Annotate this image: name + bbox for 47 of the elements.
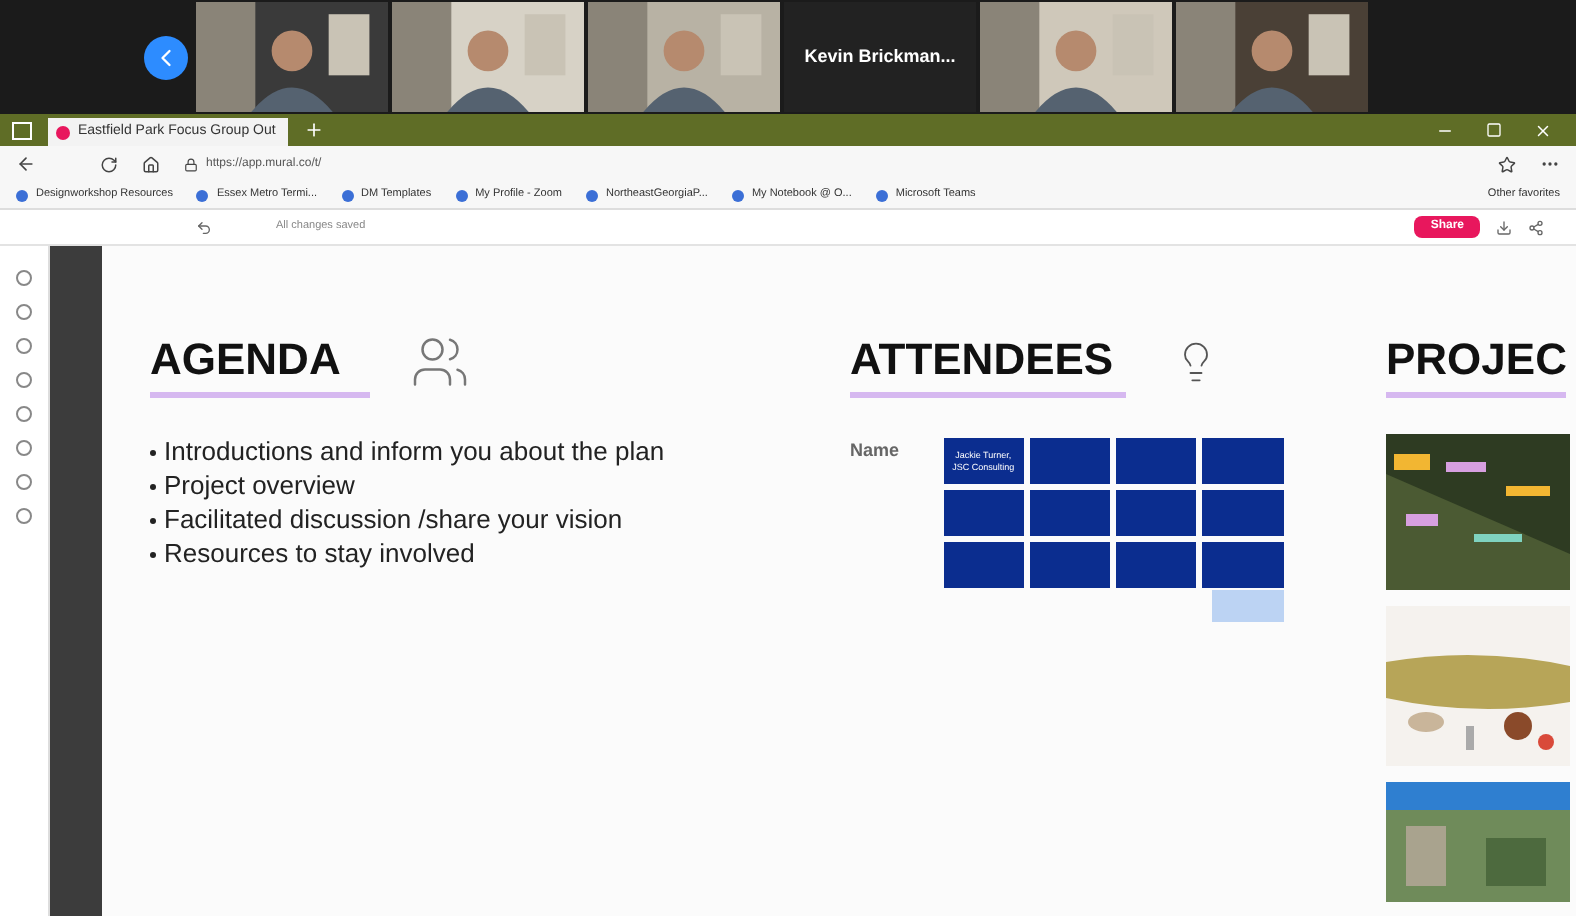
share-icon[interactable]: [1528, 219, 1544, 235]
maximize-icon[interactable]: [1486, 122, 1502, 138]
agenda-item: Introductions and inform you about the plan: [164, 434, 665, 468]
download-icon[interactable]: [1496, 219, 1512, 235]
undo-icon[interactable]: [196, 219, 212, 235]
bookmark-icon: [341, 189, 354, 201]
new-tab-icon[interactable]: [304, 120, 324, 140]
back-icon[interactable]: [16, 154, 36, 174]
bookmark-icon: [196, 189, 209, 201]
sticky-note[interactable]: [1029, 490, 1111, 536]
favorite-icon[interactable]: [1498, 155, 1516, 173]
bookmark-icon: [455, 189, 468, 201]
lock-icon: [184, 157, 198, 171]
name-label: Name: [850, 438, 900, 464]
reload-icon[interactable]: [100, 155, 118, 173]
section-title: AGENDA: [150, 332, 343, 388]
close-window-icon[interactable]: [1534, 122, 1552, 140]
video-tile[interactable]: Kevin Brickman...: [784, 2, 976, 112]
sticky-note[interactable]: [1029, 542, 1111, 588]
tool-icon[interactable]: [16, 440, 32, 456]
window-icon: [12, 122, 32, 140]
home-icon[interactable]: [142, 155, 160, 173]
tool-icon[interactable]: [16, 270, 32, 286]
sticky-note[interactable]: [1029, 438, 1111, 484]
tab-logo-icon: [56, 125, 70, 139]
bullet-icon: [150, 552, 156, 558]
bullet-icon: [150, 518, 156, 524]
tool-icon[interactable]: [16, 372, 32, 388]
participant-name: Kevin Brickman...: [804, 43, 956, 70]
agenda-item: Project overview: [164, 468, 355, 502]
agenda-item: Resources to stay involved: [164, 536, 475, 570]
bullet-icon: [150, 484, 156, 490]
people-icon: [410, 332, 470, 392]
bookmark-icon: [585, 189, 598, 201]
agenda-item: Facilitated discussion /share your vision: [164, 502, 623, 536]
tool-icon[interactable]: [16, 406, 32, 422]
bookmark-icon: [16, 189, 28, 201]
bookmark-icon: [875, 189, 888, 201]
bookmark-icon: [731, 189, 744, 201]
tool-icon[interactable]: [16, 338, 32, 354]
tool-icon[interactable]: [16, 474, 32, 490]
back-button[interactable]: [144, 35, 188, 79]
section-title: PROJEC: [1386, 332, 1569, 388]
tool-icon[interactable]: [16, 304, 32, 320]
bullet-icon: [150, 450, 156, 456]
section-title: ATTENDEES: [850, 332, 1116, 388]
tool-icon[interactable]: [16, 508, 32, 524]
